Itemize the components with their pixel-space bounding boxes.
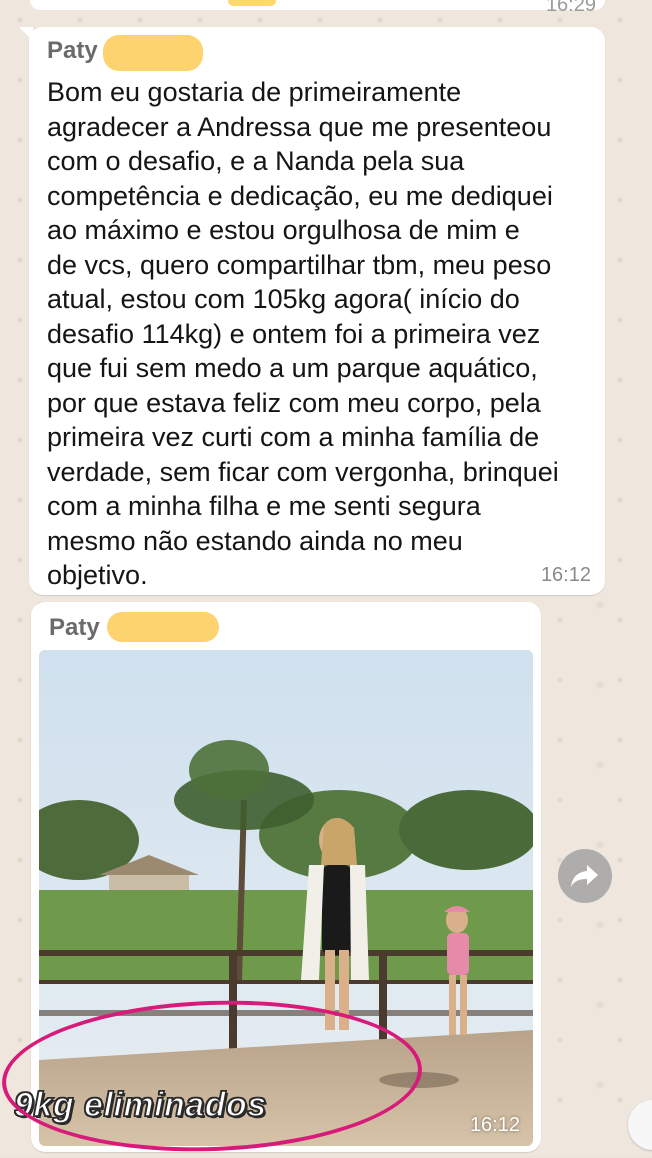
forward-arrow-icon bbox=[571, 865, 598, 887]
text-message-bubble[interactable]: Paty Bom eu gostaria de primeiramente ag… bbox=[19, 27, 605, 595]
message-time: 16:12 bbox=[540, 564, 591, 586]
redaction-highlight bbox=[103, 35, 203, 71]
sender-name: Paty bbox=[47, 37, 98, 64]
previous-message-time: 16:29 bbox=[545, 0, 596, 16]
image-time: 16:12 bbox=[469, 1114, 520, 1136]
redaction-highlight bbox=[107, 612, 219, 642]
forward-button[interactable] bbox=[558, 849, 612, 903]
redaction-highlight bbox=[228, 0, 276, 6]
message-body: Bom eu gostaria de primeiramente agradec… bbox=[47, 77, 559, 590]
previous-message-bubble[interactable] bbox=[30, 0, 605, 10]
sender-name: Paty bbox=[49, 614, 100, 641]
